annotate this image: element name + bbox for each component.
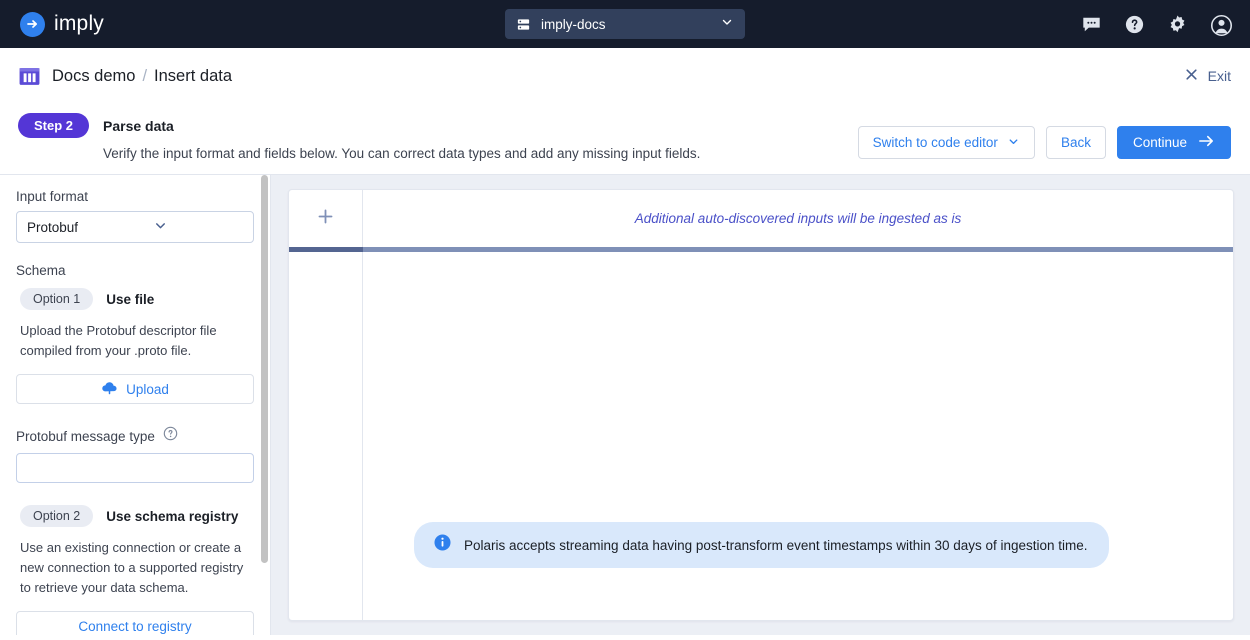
close-x-icon	[1184, 67, 1199, 85]
arrow-right-icon	[1198, 134, 1215, 151]
message-type-label: Protobuf message type	[16, 428, 155, 444]
input-format-label: Input format	[16, 189, 89, 204]
option-2-help: Use an existing connection or create a n…	[20, 540, 244, 595]
top-navigation-bar: imply imply-docs	[0, 0, 1250, 48]
input-format-panel: Input format Protobuf Schema Option 1 Us…	[0, 175, 271, 635]
step-header: Step 2 Parse data Verify the input forma…	[0, 104, 1250, 175]
table-row-gutter	[289, 252, 363, 620]
option-2-name: Use schema registry	[106, 508, 239, 524]
option-1-help: Upload the Protobuf descriptor file comp…	[20, 323, 217, 358]
page-body: Input format Protobuf Schema Option 1 Us…	[0, 175, 1250, 635]
header-actions: Switch to code editor Back Continue	[857, 126, 1231, 159]
feedback-chat-icon[interactable]	[1081, 14, 1102, 35]
gear-icon[interactable]	[1167, 14, 1188, 35]
table-hint-text: Additional auto-discovered inputs will b…	[634, 211, 962, 226]
cloud-upload-icon	[101, 380, 118, 398]
breadcrumb-separator: /	[142, 66, 148, 85]
brand-logo[interactable]: imply	[0, 11, 105, 37]
chevron-down-icon	[153, 218, 243, 236]
protobuf-message-type-input[interactable]	[16, 453, 254, 483]
schema-section-label: Schema	[16, 263, 66, 278]
org-name: imply-docs	[541, 16, 606, 32]
upload-button[interactable]: Upload	[16, 374, 254, 404]
user-avatar-icon[interactable]	[1210, 14, 1233, 36]
exit-button[interactable]: Exit	[1184, 67, 1231, 85]
parse-preview-area: Additional auto-discovered inputs will b…	[271, 175, 1250, 635]
brand-name: imply	[54, 12, 105, 35]
option-2-row: Option 2 Use schema registry	[20, 505, 254, 527]
info-banner: Polaris accepts streaming data having po…	[414, 522, 1109, 568]
continue-label: Continue	[1132, 135, 1187, 150]
schema-table-header: Additional auto-discovered inputs will b…	[289, 190, 1233, 247]
back-button[interactable]: Back	[1045, 126, 1106, 159]
option-2-pill: Option 2	[20, 505, 94, 527]
continue-button[interactable]: Continue	[1116, 126, 1231, 159]
nav-icon-group	[1081, 0, 1233, 48]
table-hint-cell: Additional auto-discovered inputs will b…	[363, 190, 1233, 247]
upload-label: Upload	[126, 381, 169, 397]
plus-icon	[317, 208, 334, 230]
step-title: Parse data	[103, 117, 174, 134]
server-stack-icon	[516, 17, 531, 32]
back-label: Back	[1060, 135, 1091, 150]
breadcrumb-project[interactable]: Docs demo	[52, 67, 135, 86]
add-column-button[interactable]	[289, 190, 363, 247]
input-format-select[interactable]: Protobuf	[16, 211, 254, 243]
chevron-down-icon	[720, 15, 734, 34]
connect-to-registry-button[interactable]: Connect to registry	[16, 611, 254, 635]
left-panel-scrollbar[interactable]	[261, 175, 268, 563]
info-banner-text: Polaris accepts streaming data having po…	[464, 537, 1088, 553]
exit-label: Exit	[1207, 68, 1231, 84]
info-circle-icon	[433, 533, 452, 557]
input-format-value: Protobuf	[27, 219, 79, 235]
message-type-label-row: Protobuf message type	[16, 426, 254, 446]
table-columns-icon	[18, 65, 41, 88]
question-circle-icon[interactable]	[163, 426, 178, 446]
help-circle-icon[interactable]	[1124, 14, 1145, 35]
chevron-down-icon	[1007, 135, 1020, 151]
breadcrumb-current: Insert data	[154, 66, 233, 85]
connect-registry-label: Connect to registry	[78, 618, 192, 634]
org-switcher[interactable]: imply-docs	[505, 9, 745, 39]
arrow-circle-logo-icon	[20, 11, 45, 37]
option-1-name: Use file	[106, 291, 155, 307]
schema-table-card: Additional auto-discovered inputs will b…	[288, 189, 1234, 621]
option-1-row: Option 1 Use file	[20, 288, 254, 310]
step-badge: Step 2	[18, 113, 89, 138]
option-1-pill: Option 1	[20, 288, 94, 310]
switch-editor-label: Switch to code editor	[872, 135, 998, 150]
breadcrumb: Docs demo / Insert data Exit	[0, 48, 1250, 104]
switch-to-code-editor-button[interactable]: Switch to code editor	[857, 126, 1035, 159]
